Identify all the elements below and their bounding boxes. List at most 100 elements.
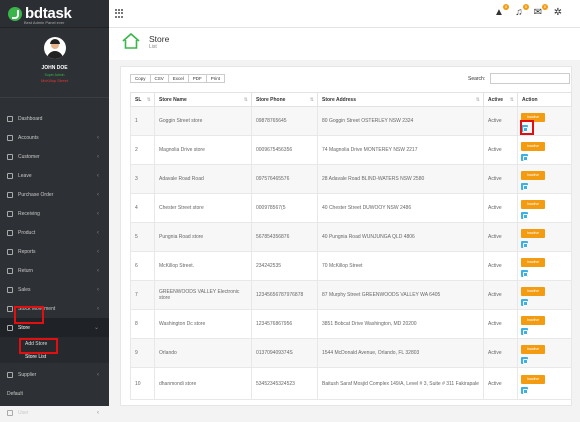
inactive-button[interactable]: Inactive [521,344,545,354]
inactive-button[interactable]: Inactive [521,257,545,267]
sidebar-item-supplier[interactable]: Supplier ‹ [0,365,109,384]
sort-icon: ⇅ [309,97,314,103]
brand[interactable]: bdtask Best Admin Panel ever [0,0,109,28]
inactive-button[interactable]: Inactive [521,228,545,238]
edit-icon[interactable] [521,356,528,364]
edit-icon[interactable] [521,269,528,277]
cell-active: Active [483,280,518,310]
settings-icon[interactable]: ✲ [552,7,564,19]
cell-active: Active [483,338,518,368]
table-row: 7 GREENWOODS VALLEY Electronic store 12345… [130,280,572,310]
edit-icon[interactable] [521,240,528,248]
col-sl[interactable]: SL ⇅ [130,92,155,107]
cell-active: Active [483,309,518,339]
sidebar-item-label: Accounts [18,134,39,141]
sidebar-item-sales[interactable]: Sales ‹ [0,280,109,299]
sidebar-item-default[interactable]: Default [0,384,109,403]
grid-menu-icon[interactable] [115,9,124,18]
profile-role: Super Admin [44,73,65,77]
cell-store-name: Goggin Street store [154,106,252,136]
chevron-left-icon: ‹ [97,267,99,274]
sort-icon: ⇅ [475,97,480,103]
cell-active: Active [483,106,518,136]
csv-button[interactable]: CSV [149,74,169,83]
table-row: 6 McKillop Street. 234242535 70 McKillop St… [130,251,572,281]
sidebar-item-return[interactable]: Return ‹ [0,261,109,280]
leave-icon [7,172,13,179]
cell-active: Active [483,135,518,165]
table-row: 2 Magnolia Drive store 0009675456356 74 Mag… [130,135,572,165]
edit-icon[interactable] [521,211,528,219]
cell-store-name: GREENWOODS VALLEY Electronic store [154,280,252,310]
stock-icon [7,305,13,312]
inactive-button[interactable]: Inactive [521,315,545,325]
col-store-name[interactable]: Store Name ⇅ [154,92,252,107]
edit-icon[interactable] [521,182,528,190]
sidebar-item-label: Dashboard [18,115,43,122]
cell-sl: 6 [130,251,155,281]
inactive-button[interactable]: Inactive [521,170,545,180]
col-action: Action [517,92,572,107]
sidebar-item-accounts[interactable]: Accounts ‹ [0,128,109,147]
cell-store-address: 28 Adavale Road BLIND-WATERS NSW 2580 [317,164,484,194]
sidebar-item-customer[interactable]: Customer ‹ [0,147,109,166]
store-table: SL ⇅ Store Name ⇅ Store Phone ⇅ Store Addre… [130,92,572,400]
table-row: 1 Goggin Street store 09878765645 80 Goggin… [130,106,572,136]
table-row: 9 Orlando 013709409374S 1544 McDonald Avenu… [130,338,572,368]
sidebar-item-purchase-order[interactable]: Purchase Order ‹ [0,185,109,204]
store-list-panel: Copy CSV Excel PDF Print Search: SL ⇅ Sto… [120,66,572,406]
bell-icon[interactable]: ♫ 0 [513,4,529,19]
chevron-left-icon: ‹ [97,153,99,160]
sort-icon: ⇅ [146,97,151,103]
cell-store-address: 74 Magnolia Drive MONTEREY NSW 2217 [317,135,484,165]
edit-icon[interactable] [521,327,528,335]
sidebar-item-label: Leave [18,172,32,179]
table-body: 1 Goggin Street store 09878765645 80 Goggin… [130,106,572,400]
mail-icon[interactable]: ✉ 0 [532,4,548,19]
search-input[interactable] [490,73,570,84]
sidebar-item-receiving[interactable]: Receiving ‹ [0,204,109,223]
sidebar-item-leave[interactable]: Leave ‹ [0,166,109,185]
sidebar-item-label: Purchase Order [18,191,54,198]
topbar: ▲ 0 ♫ 0 ✉ 0 ✲ [109,0,580,28]
cell-sl: 4 [130,193,155,223]
edit-icon[interactable] [521,153,528,161]
pdf-button[interactable]: PDF [187,74,207,83]
search-label: Search: [468,76,486,82]
cell-active: Active [483,367,518,400]
edit-icon[interactable] [521,387,528,394]
col-store-address[interactable]: Store Address ⇅ [317,92,484,107]
user-profile: JOHN DOE Super Admin McKillop Street [0,28,109,98]
sidebar-item-product[interactable]: Product ‹ [0,223,109,242]
inactive-button[interactable]: Inactive [521,199,545,209]
edit-icon[interactable] [521,298,528,306]
sidebar-item-reports[interactable]: Reports ‹ [0,242,109,261]
chevron-down-icon: ⌄ [93,325,99,331]
avatar[interactable] [43,37,66,59]
inactive-button[interactable]: Inactive [521,286,545,296]
copy-button[interactable]: Copy [130,74,151,83]
cell-sl: 9 [130,338,155,368]
print-button[interactable]: Print [205,74,226,83]
sidebar-nav: Dashboard Accounts ‹ Customer ‹ Leave ‹ Pur… [0,109,109,337]
inactive-button[interactable]: Inactive [521,141,545,151]
inactive-button[interactable]: Inactive [521,375,545,384]
chevron-left-icon: ‹ [97,248,99,255]
cell-active: Active [483,164,518,194]
cell-store-address: 40 Pungnia Road WUNJUNGA QLD 4806 [317,222,484,252]
alert-badge: 0 [503,4,509,10]
col-store-phone[interactable]: Store Phone ⇅ [251,92,318,107]
table-row: 10 dhanmondi store 53452345324523 Baitush S… [130,367,572,400]
highlight-edit-button [520,120,534,135]
cell-store-name: Magnolia Drive store [154,135,252,165]
cell-store-name: dhanmondi store [154,367,252,400]
sidebar-item-dashboard[interactable]: Dashboard [0,109,109,128]
excel-button[interactable]: Excel [167,74,189,83]
cell-store-phone: 0009675456356 [251,135,318,165]
cell-active: Active [483,251,518,281]
warning-icon[interactable]: ▲ 0 [493,4,509,19]
cell-action: Inactive [517,193,572,223]
export-buttons: Copy CSV Excel PDF Print [130,74,226,83]
highlight-store-menu [14,306,44,324]
col-active[interactable]: Active ⇅ [483,92,518,107]
